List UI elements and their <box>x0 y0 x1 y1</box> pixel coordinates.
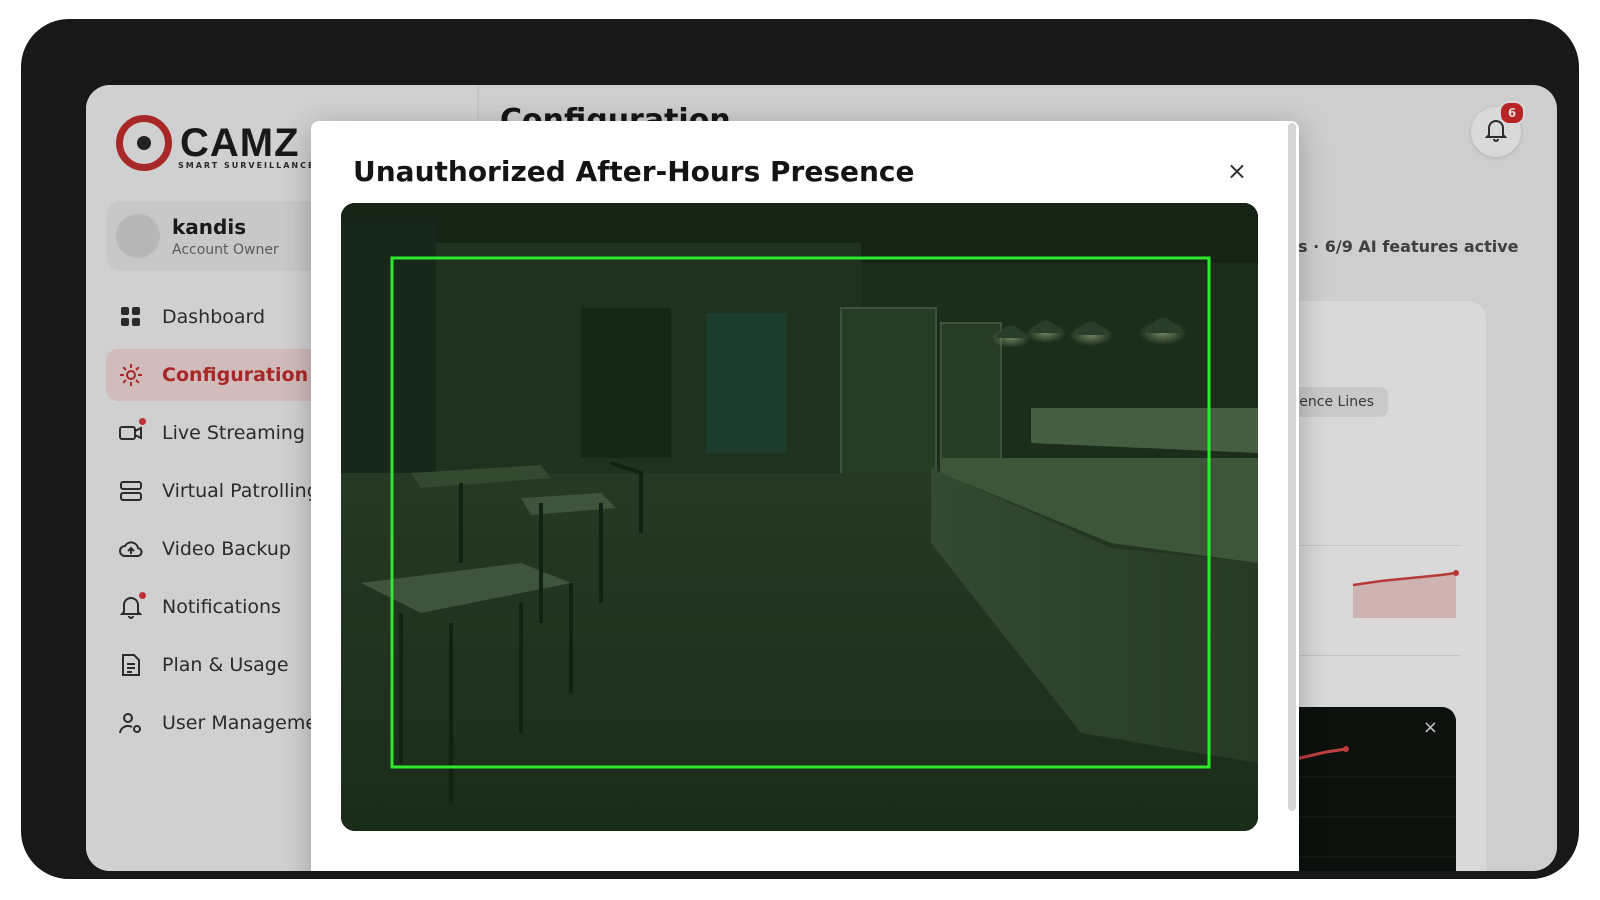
camera-snapshot <box>341 203 1258 831</box>
device-frame: CAMZ SMART SURVEILLANCE, S kandis Accoun… <box>21 19 1579 879</box>
app-screen: CAMZ SMART SURVEILLANCE, S kandis Accoun… <box>86 85 1557 871</box>
detection-modal: Unauthorized After-Hours Presence × <box>311 121 1299 871</box>
modal-title: Unauthorized After-Hours Presence <box>353 155 915 188</box>
snapshot-scene <box>341 203 1258 831</box>
close-icon[interactable]: × <box>1227 159 1247 183</box>
modal-scrollbar[interactable] <box>1288 123 1296 811</box>
